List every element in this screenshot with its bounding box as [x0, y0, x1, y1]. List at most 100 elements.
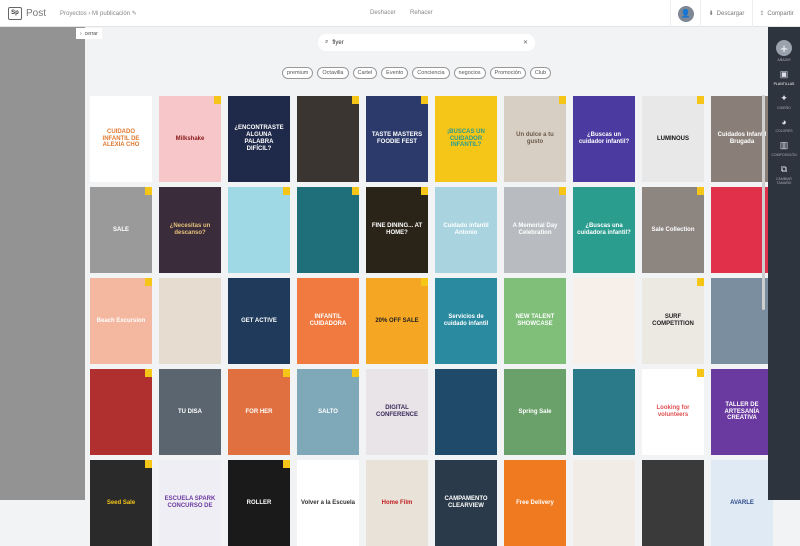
template-card[interactable]: A Memorial Day Celebration	[504, 187, 566, 273]
pencil-icon[interactable]: ✎	[132, 11, 137, 17]
clear-search-icon[interactable]: ✕	[523, 39, 528, 46]
template-card[interactable]: Home Film	[366, 460, 428, 546]
breadcrumb-current[interactable]: Mi publicación	[92, 11, 130, 17]
premium-badge-icon	[421, 278, 428, 286]
premium-badge-icon	[145, 278, 152, 286]
template-card[interactable]: ¿Buscas un cuidador infantil?	[573, 96, 635, 182]
filter-chips: premium Octavilla Cartel Evento Conciencia ne…	[282, 67, 552, 79]
filter-chip-negocios[interactable]: negocios	[453, 67, 486, 79]
filter-chip-club[interactable]: Club	[529, 67, 552, 79]
template-card[interactable]	[573, 278, 635, 364]
template-card[interactable]: INFANTIL CUIDADORA	[297, 278, 359, 364]
template-title: SALTO	[318, 408, 338, 415]
template-title: ESCUELA SPARK CONCURSO DE	[164, 496, 216, 509]
resize-icon: ⧉	[780, 164, 788, 174]
template-card[interactable]: TU DISA	[159, 369, 221, 455]
app-name: Post	[26, 7, 47, 19]
template-card[interactable]: ¿Buscas una cuidadora infantil?	[573, 187, 635, 273]
app-logo[interactable]: Sp	[8, 6, 22, 20]
share-icon: ⇪	[759, 11, 765, 17]
filter-chip-conciencia[interactable]: Conciencia	[412, 67, 450, 79]
template-card[interactable]	[435, 369, 497, 455]
template-card[interactable]: ESCUELA SPARK CONCURSO DE	[159, 460, 221, 546]
filter-chip-octavilla[interactable]: Octavilla	[317, 67, 349, 79]
template-card[interactable]: Cuidado infantil Antonio	[435, 187, 497, 273]
template-card[interactable]: LUMINOUS	[642, 96, 704, 182]
download-icon: ⬇	[708, 11, 714, 17]
template-title: Free Delivery	[516, 499, 554, 506]
sidebar-item-plus[interactable]: + AÑADIR	[769, 34, 799, 62]
template-card[interactable]	[297, 96, 359, 182]
template-title: Beach Excursion	[96, 317, 146, 324]
redo-button[interactable]: Rehacer	[410, 10, 433, 16]
template-card[interactable]: CAMPAMENTO CLEARVIEW	[435, 460, 497, 546]
template-card[interactable]	[159, 278, 221, 364]
template-card[interactable]: Un dulce a tu gusto	[504, 96, 566, 182]
account-button[interactable]: 👤	[670, 0, 700, 27]
premium-badge-icon	[697, 187, 704, 195]
template-title: Sale Collection	[651, 226, 695, 233]
template-card[interactable]: GET ACTIVE	[228, 278, 290, 364]
template-card[interactable]: ¡BUSCAS UN CUIDADOR INFANTIL?	[435, 96, 497, 182]
share-button[interactable]: ⇪ Compartir	[752, 0, 800, 27]
template-card[interactable]: TASTE MASTERS FOODIE FEST	[366, 96, 428, 182]
template-card[interactable]: Servicios de cuidado infantil	[435, 278, 497, 364]
template-title: Seed Sale	[106, 499, 136, 506]
sidebar-item-palette[interactable]: ◕ COLORES	[769, 117, 799, 133]
sidebar-item-layout[interactable]: ▥ COMPOSICIÓN	[769, 140, 799, 157]
template-card[interactable]: Beach Excursion	[90, 278, 152, 364]
filter-chip-premium[interactable]: premium	[282, 67, 314, 79]
close-panel-button[interactable]: › cerrar	[76, 28, 102, 39]
template-card[interactable]: FOR HER	[228, 369, 290, 455]
template-title: TU DISA	[178, 408, 202, 415]
template-card[interactable]	[297, 187, 359, 273]
template-card[interactable]: Looking for volunteers	[642, 369, 704, 455]
template-card[interactable]: CUIDADO INFANTIL DE ALEXIA CHO	[90, 96, 152, 182]
template-card[interactable]: SALTO	[297, 369, 359, 455]
filter-chip-promoción[interactable]: Promoción	[489, 67, 526, 79]
sidebar-item-resize[interactable]: ⧉ CAMBIAR TAMAÑO	[769, 164, 799, 185]
template-card[interactable]: NEW TALENT SHOWCASE	[504, 278, 566, 364]
template-card[interactable]: SALE	[90, 187, 152, 273]
search-input[interactable]: ⌕ flyer ✕	[318, 34, 535, 51]
template-card[interactable]: ROLLER	[228, 460, 290, 546]
scrollbar[interactable]	[762, 95, 765, 310]
template-card[interactable]: Milkshake	[159, 96, 221, 182]
template-card[interactable]: 20% OFF SALE	[366, 278, 428, 364]
premium-badge-icon	[559, 96, 566, 104]
template-card[interactable]	[228, 187, 290, 273]
sidebar-item-magic-wand[interactable]: ✦ DISEÑO	[769, 93, 799, 110]
filter-chip-cartel[interactable]: Cartel	[352, 67, 378, 79]
template-title: DIGITAL CONFERENCE	[375, 405, 418, 418]
template-card[interactable]: TALLER DE ARTESANÍA CREATIVA	[711, 369, 773, 455]
template-title: A Memorial Day Celebration	[512, 223, 558, 236]
premium-badge-icon	[283, 460, 290, 468]
breadcrumb-projects[interactable]: Proyectos	[60, 11, 87, 17]
template-card[interactable]: ¿ENCONTRASTE ALGUNA PALABRA DIFÍCIL?	[228, 96, 290, 182]
template-title: Un dulce a tu gusto	[516, 132, 554, 145]
template-card[interactable]: Seed Sale	[90, 460, 152, 546]
plus-icon: +	[776, 40, 792, 56]
search-icon: ⌕	[325, 39, 329, 45]
template-card[interactable]	[573, 369, 635, 455]
template-card[interactable]: AVARLE	[711, 460, 773, 546]
template-grid: CUIDADO INFANTIL DE ALEXIA CHO Milkshake ¿…	[90, 96, 773, 546]
template-card[interactable]	[90, 369, 152, 455]
search-value: flyer	[332, 39, 344, 46]
sidebar-item-label: COMPOSICIÓN	[771, 153, 797, 157]
template-card[interactable]: FINE DINING... AT HOME?	[366, 187, 428, 273]
premium-badge-icon	[697, 278, 704, 286]
template-card[interactable]: Sale Collection	[642, 187, 704, 273]
template-card[interactable]: Spring Sale	[504, 369, 566, 455]
filter-chip-evento[interactable]: Evento	[381, 67, 409, 79]
template-card[interactable]: ¿Necesitas un descanso?	[159, 187, 221, 273]
template-card[interactable]	[573, 460, 635, 546]
sidebar-item-image[interactable]: ▣ PLANTILLAS	[769, 69, 799, 86]
template-card[interactable]: Volver a la Escuela	[297, 460, 359, 546]
template-card[interactable]	[642, 460, 704, 546]
template-card[interactable]: Free Delivery	[504, 460, 566, 546]
undo-button[interactable]: Deshacer	[370, 10, 396, 16]
download-button[interactable]: ⬇ Descargar	[700, 0, 752, 27]
template-card[interactable]: DIGITAL CONFERENCE	[366, 369, 428, 455]
template-card[interactable]: SURF COMPETITION	[642, 278, 704, 364]
